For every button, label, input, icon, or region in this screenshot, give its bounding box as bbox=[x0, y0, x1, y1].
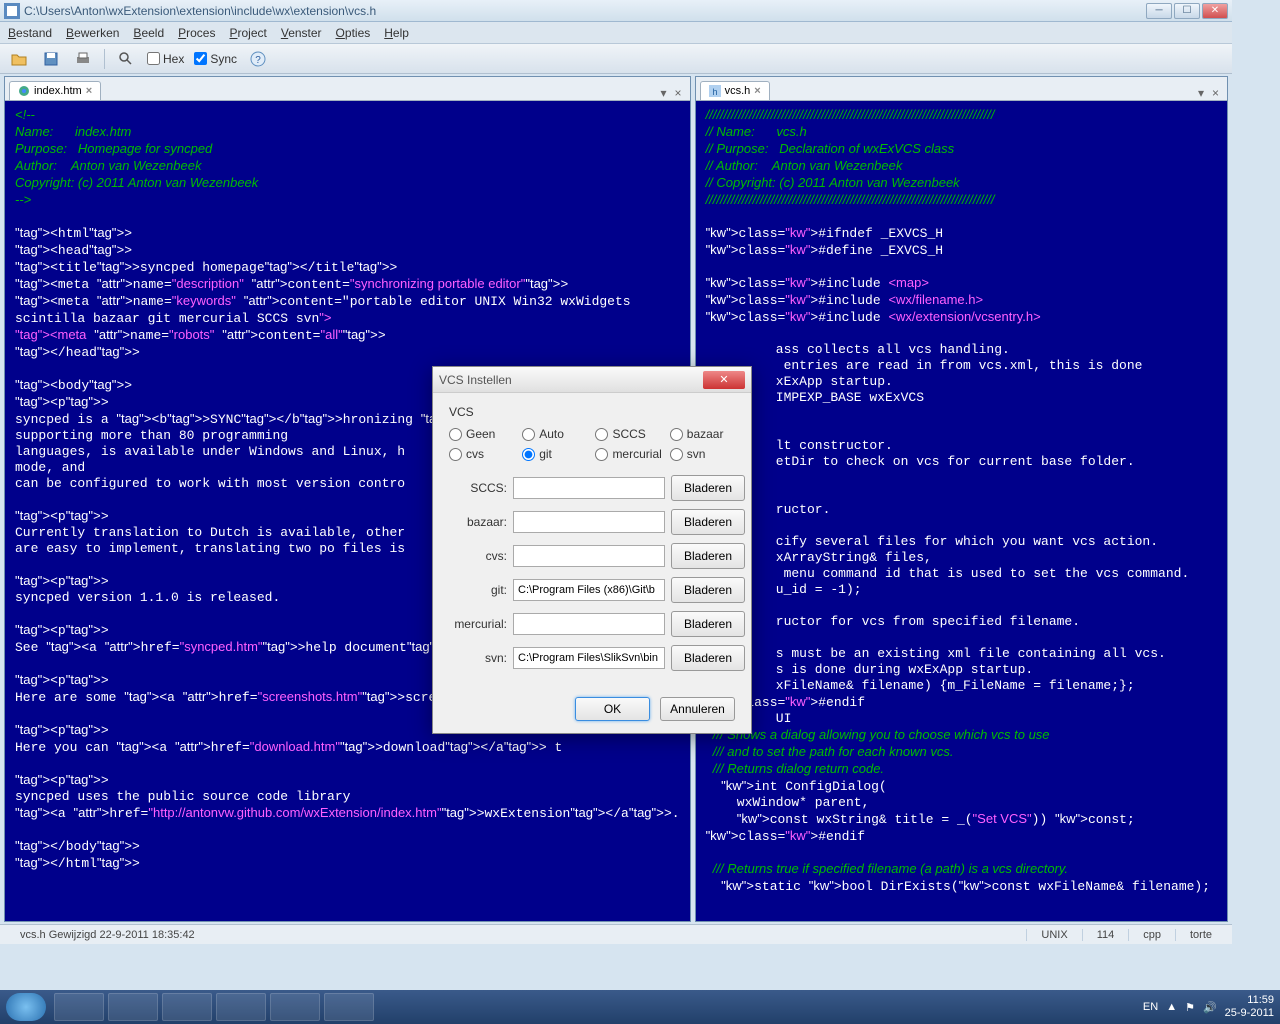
start-button[interactable] bbox=[6, 993, 46, 1021]
menu-bewerken[interactable]: Bewerken bbox=[66, 26, 119, 40]
menu-opties[interactable]: Opties bbox=[336, 26, 371, 40]
task-chrome[interactable] bbox=[324, 993, 374, 1021]
dialog-close-button[interactable]: ✕ bbox=[703, 371, 745, 389]
chrome-icon bbox=[18, 85, 30, 97]
svg-text:h: h bbox=[712, 87, 717, 97]
tab-vcs-h[interactable]: h vcs.h × bbox=[700, 81, 770, 100]
status-theme: torte bbox=[1175, 929, 1226, 941]
tray-volume-icon[interactable]: 🔊 bbox=[1203, 1001, 1217, 1014]
field-label: SCCS: bbox=[449, 481, 507, 495]
h-file-icon: h bbox=[709, 85, 721, 97]
status-encoding: UNIX bbox=[1026, 929, 1081, 941]
taskbar: EN ▲ ⚑ 🔊 11:5925-9-2011 bbox=[0, 990, 1280, 1024]
task-notepad[interactable] bbox=[162, 993, 212, 1021]
close-button[interactable]: ✕ bbox=[1202, 3, 1228, 19]
browse-button[interactable]: Bladeren bbox=[671, 611, 745, 637]
field-input-sccs[interactable] bbox=[513, 477, 665, 499]
field-label: git: bbox=[449, 583, 507, 597]
right-editor[interactable]: ////////////////////////////////////////… bbox=[696, 101, 1227, 921]
tray-flag-icon[interactable]: ⚑ bbox=[1185, 1001, 1195, 1014]
radio-mercurial[interactable]: mercurial bbox=[595, 447, 661, 461]
pane-close-icon[interactable]: × bbox=[1208, 86, 1223, 100]
field-label: svn: bbox=[449, 651, 507, 665]
ok-button[interactable]: OK bbox=[575, 697, 650, 721]
tab-label: index.htm bbox=[34, 85, 82, 97]
field-input-bazaar[interactable] bbox=[513, 511, 665, 533]
tab-close-icon[interactable]: × bbox=[86, 85, 92, 97]
menu-bestand[interactable]: Bestand bbox=[8, 26, 52, 40]
tab-index-htm[interactable]: index.htm × bbox=[9, 81, 101, 100]
task-explorer[interactable] bbox=[54, 993, 104, 1021]
tab-label: vcs.h bbox=[725, 85, 751, 97]
dialog-title: VCS Instellen bbox=[439, 373, 703, 387]
app-icon bbox=[4, 3, 20, 19]
radio-cvs[interactable]: cvs bbox=[449, 447, 514, 461]
pane-close-icon[interactable]: × bbox=[671, 86, 686, 100]
status-file: vcs.h Gewijzigd 22-9-2011 18:35:42 bbox=[6, 929, 1026, 941]
field-label: cvs: bbox=[449, 549, 507, 563]
tray-up-icon[interactable]: ▲ bbox=[1166, 1001, 1177, 1013]
task-media[interactable] bbox=[108, 993, 158, 1021]
browse-button[interactable]: Bladeren bbox=[671, 509, 745, 535]
field-input-svn[interactable] bbox=[513, 647, 665, 669]
hex-checkbox[interactable]: Hex bbox=[147, 52, 184, 66]
field-input-git[interactable] bbox=[513, 579, 665, 601]
task-cmd[interactable] bbox=[270, 993, 320, 1021]
tab-dropdown-icon[interactable]: ▾ bbox=[1194, 86, 1208, 100]
radio-svn[interactable]: svn bbox=[670, 447, 735, 461]
menu-help[interactable]: Help bbox=[384, 26, 409, 40]
status-line: 114 bbox=[1082, 929, 1129, 941]
cancel-button[interactable]: Annuleren bbox=[660, 697, 735, 721]
right-pane: h vcs.h × ▾ × //////////////////////////… bbox=[695, 76, 1228, 922]
browse-button[interactable]: Bladeren bbox=[671, 475, 745, 501]
status-bar: vcs.h Gewijzigd 22-9-2011 18:35:42 UNIX … bbox=[0, 924, 1232, 944]
search-icon[interactable] bbox=[115, 48, 137, 70]
status-lang: cpp bbox=[1128, 929, 1175, 941]
vcs-group-label: VCS bbox=[449, 405, 735, 419]
save-icon[interactable] bbox=[40, 48, 62, 70]
browse-button[interactable]: Bladeren bbox=[671, 645, 745, 671]
print-icon[interactable] bbox=[72, 48, 94, 70]
tray-clock[interactable]: 11:5925-9-2011 bbox=[1225, 994, 1274, 1020]
radio-bazaar[interactable]: bazaar bbox=[670, 427, 735, 441]
menubar: Bestand Bewerken Beeld Proces Project Ve… bbox=[0, 22, 1232, 44]
minimize-button[interactable]: ─ bbox=[1146, 3, 1172, 19]
browse-button[interactable]: Bladeren bbox=[671, 543, 745, 569]
radio-sccs[interactable]: SCCS bbox=[595, 427, 661, 441]
maximize-button[interactable]: ☐ bbox=[1174, 3, 1200, 19]
vcs-dialog: VCS Instellen ✕ VCS Geen Auto SCCS bazaar cv… bbox=[432, 366, 752, 734]
radio-auto[interactable]: Auto bbox=[522, 427, 587, 441]
field-input-cvs[interactable] bbox=[513, 545, 665, 567]
radio-git[interactable]: git bbox=[522, 447, 587, 461]
menu-venster[interactable]: Venster bbox=[281, 26, 322, 40]
svg-text:?: ? bbox=[255, 55, 261, 66]
menu-beeld[interactable]: Beeld bbox=[133, 26, 164, 40]
tab-close-icon[interactable]: × bbox=[754, 85, 760, 97]
tab-dropdown-icon[interactable]: ▾ bbox=[657, 86, 671, 100]
help-icon[interactable]: ? bbox=[247, 48, 269, 70]
menu-project[interactable]: Project bbox=[229, 26, 266, 40]
tray-lang[interactable]: EN bbox=[1143, 1001, 1158, 1013]
field-input-mercurial[interactable] bbox=[513, 613, 665, 635]
window-titlebar: C:\Users\Anton\wxExtension\extension\inc… bbox=[0, 0, 1232, 22]
task-git[interactable] bbox=[216, 993, 266, 1021]
field-label: bazaar: bbox=[449, 515, 507, 529]
sync-checkbox[interactable]: Sync bbox=[194, 52, 237, 66]
toolbar: Hex Sync ? bbox=[0, 44, 1232, 74]
field-label: mercurial: bbox=[449, 617, 507, 631]
window-title: C:\Users\Anton\wxExtension\extension\inc… bbox=[24, 4, 1146, 18]
open-icon[interactable] bbox=[8, 48, 30, 70]
browse-button[interactable]: Bladeren bbox=[671, 577, 745, 603]
radio-geen[interactable]: Geen bbox=[449, 427, 514, 441]
menu-proces[interactable]: Proces bbox=[178, 26, 215, 40]
